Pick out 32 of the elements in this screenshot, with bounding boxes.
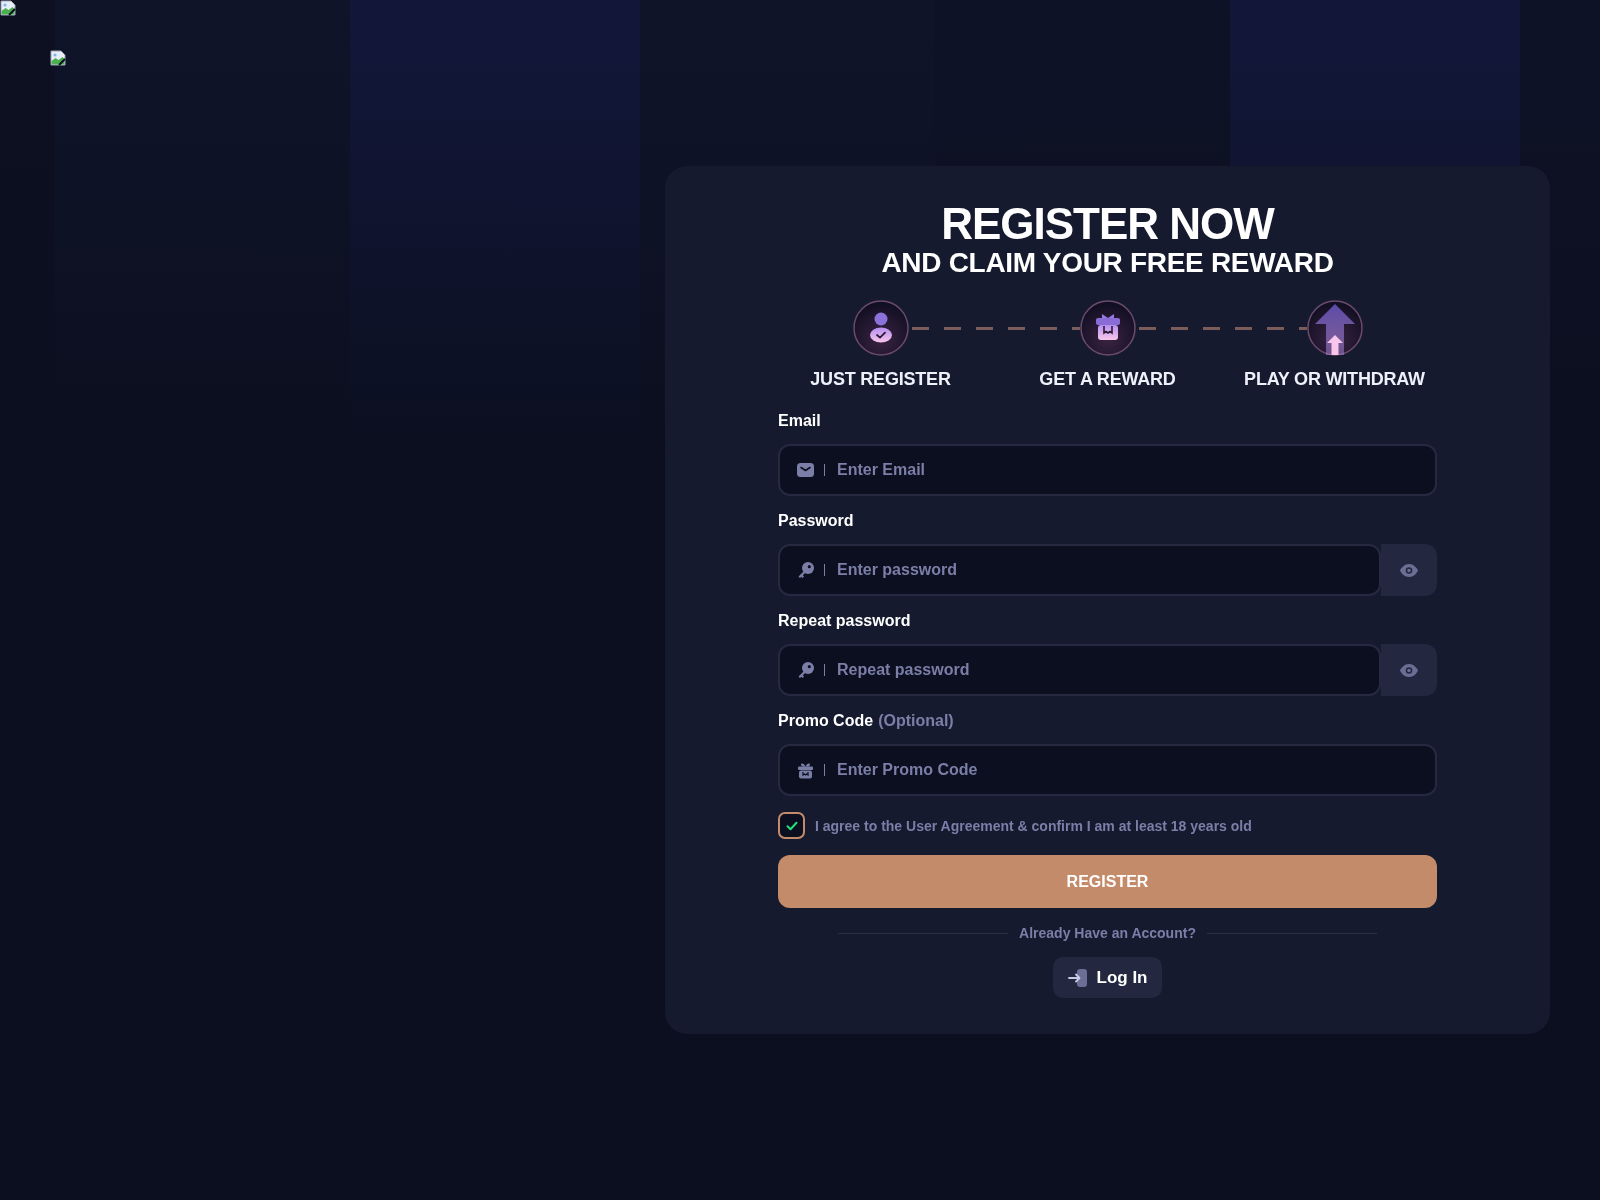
field-label: Password bbox=[778, 511, 854, 531]
card-title: REGISTER NOW bbox=[941, 202, 1274, 246]
email-field[interactable]: Enter Email bbox=[778, 444, 1437, 496]
gift-icon bbox=[1079, 300, 1136, 356]
eye-icon bbox=[1400, 563, 1418, 577]
key-icon bbox=[797, 661, 814, 679]
envelope-icon bbox=[797, 463, 814, 477]
password-field[interactable]: Repeat password bbox=[778, 644, 1381, 696]
field-label: Email bbox=[778, 411, 821, 431]
agreement-text: I agree to the User Agreement & confirm I am at least 18 years old bbox=[815, 816, 1252, 836]
show-password-button[interactable] bbox=[1381, 544, 1437, 596]
broken-image-icon bbox=[50, 50, 66, 66]
check-icon bbox=[785, 820, 798, 831]
promo-field[interactable]: Enter Promo Code bbox=[778, 744, 1437, 796]
step-label: JUST REGISTER bbox=[810, 368, 951, 390]
card-subtitle: AND CLAIM YOUR FREE REWARD bbox=[881, 246, 1334, 280]
password-field[interactable]: Enter password bbox=[778, 544, 1381, 596]
field-label: Repeat password bbox=[778, 611, 911, 631]
login-button[interactable]: Log In bbox=[1052, 957, 1163, 998]
person-check-icon bbox=[852, 300, 909, 356]
agreement-checkbox[interactable] bbox=[778, 812, 805, 839]
gift-icon bbox=[797, 761, 814, 779]
arrow-up-icon bbox=[1306, 300, 1363, 356]
key-icon bbox=[797, 561, 814, 579]
step-label: PLAY OR WITHDRAW bbox=[1244, 368, 1425, 390]
field-label: Promo Code bbox=[778, 711, 874, 731]
enter-door-icon bbox=[1067, 967, 1088, 988]
step-label: GET A REWARD bbox=[1039, 368, 1176, 390]
eye-icon bbox=[1400, 663, 1418, 677]
show-password-button[interactable] bbox=[1381, 644, 1437, 696]
login-prompt: Already Have an Account? bbox=[1019, 924, 1196, 943]
optional-note: (Optional) bbox=[878, 711, 954, 731]
